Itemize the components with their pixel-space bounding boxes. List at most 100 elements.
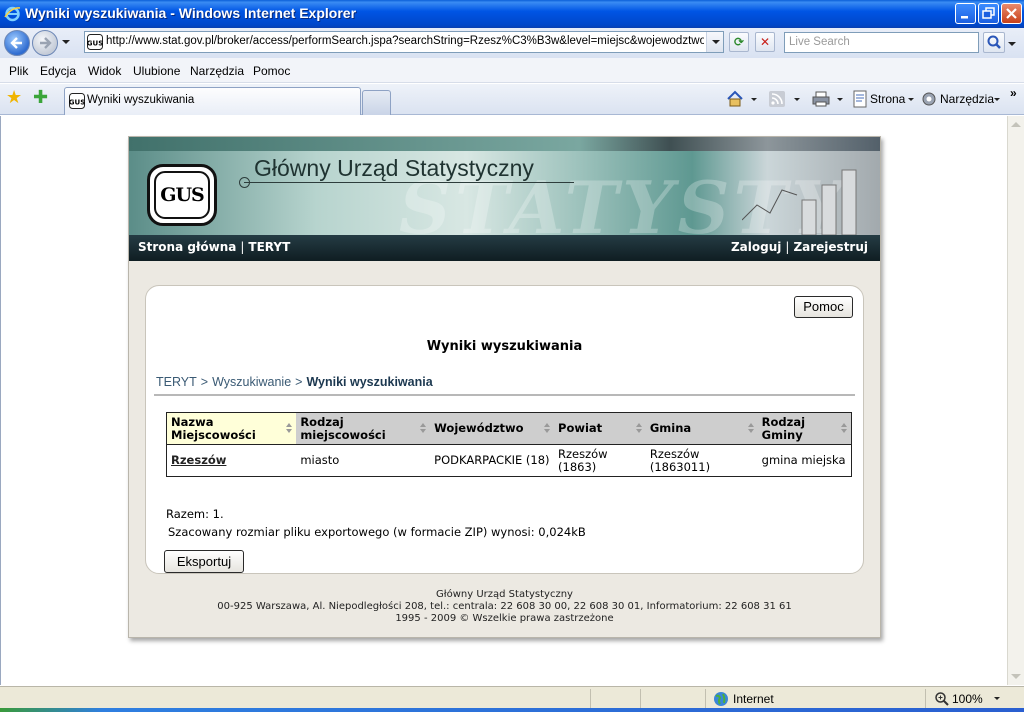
gus-page: STATYSTY GUS Główny Urząd Statystyczny S… (128, 136, 881, 638)
breadcrumb: TERYT > Wyszukiwanie > Wyniki wyszukiwania (156, 375, 433, 389)
menu-bar: Plik Edycja Widok Ulubione Narzędzia Pom… (0, 58, 1024, 83)
gus-favicon-icon: GUS (87, 34, 103, 50)
column-header-powiat[interactable]: Powiat (554, 412, 646, 445)
table-cell: gmina miejska (757, 444, 852, 477)
tab-bar: ★ ✚ GUS Wyniki wyszukiwania Strona Narzę… (0, 84, 1024, 115)
gus-logo-text: GUS (154, 171, 210, 219)
page-icon (853, 90, 867, 108)
search-options-dropdown[interactable] (1008, 42, 1016, 46)
menu-favorites[interactable]: Ulubione (133, 64, 180, 78)
divider (154, 394, 855, 396)
svg-text:GUS: GUS (87, 40, 103, 48)
chevron-more-icon[interactable]: » (1010, 86, 1017, 100)
restore-button[interactable] (978, 3, 999, 24)
minimize-button[interactable] (955, 3, 976, 24)
menu-edit[interactable]: Edycja (40, 64, 76, 78)
site-footer: Główny Urząd Statystyczny 00-925 Warszaw… (129, 589, 880, 625)
home-dropdown[interactable] (751, 98, 757, 101)
stop-icon: ✕ (759, 35, 771, 49)
add-favorite-icon[interactable]: ✚ (33, 89, 48, 107)
locality-link[interactable]: Rzeszów (171, 453, 226, 467)
page-dropdown[interactable] (908, 98, 914, 101)
table-row: Rzeszów miasto PODKARPACKIE (18) Rzeszów… (166, 444, 852, 477)
internet-explorer-icon (4, 6, 21, 22)
home-icon[interactable] (726, 90, 744, 108)
column-header-nazwa[interactable]: Nazwa Miejscowości (166, 412, 297, 445)
breadcrumb-current: Wyniki wyszukiwania (306, 375, 433, 389)
back-button[interactable] (4, 30, 30, 56)
vertical-scrollbar[interactable] (1007, 116, 1024, 685)
site-header-title: Główny Urząd Statystyczny (254, 155, 534, 181)
arrow-right-icon (40, 37, 52, 49)
column-header-wojewodztwo[interactable]: Województwo (430, 412, 555, 445)
new-tab-button[interactable] (362, 90, 391, 115)
nav-teryt-link[interactable]: TERYT (248, 240, 290, 254)
forward-button[interactable] (32, 30, 58, 56)
footer-line-1: Główny Urząd Statystyczny (436, 589, 573, 600)
security-zone: Internet (733, 692, 774, 706)
table-cell: miasto (296, 444, 431, 477)
menu-view[interactable]: Widok (88, 64, 121, 78)
page-title: Wyniki wyszukiwania (426, 339, 583, 354)
print-icon[interactable] (812, 90, 830, 108)
scroll-down-icon[interactable] (1011, 674, 1021, 679)
nav-login-link[interactable]: Zaloguj (731, 240, 781, 254)
breadcrumb-teryt[interactable]: TERYT (156, 375, 197, 389)
favorites-star-icon[interactable]: ★ (6, 89, 22, 107)
footer-line-3: 1995 - 2009 © Wszelkie prawa zastrzeżone (395, 613, 614, 624)
footer-line-2: 00-925 Warszawa, Al. Niepodległości 208,… (217, 601, 792, 612)
menu-tools[interactable]: Narzędzia (190, 64, 244, 78)
help-button[interactable]: Pomoc (794, 296, 853, 318)
sort-icon (841, 423, 848, 434)
tab-label: Wyniki wyszukiwania (87, 94, 195, 106)
gus-logo[interactable]: GUS (147, 164, 217, 226)
column-header-gmina[interactable]: Gmina (645, 412, 758, 445)
refresh-icon: ⟳ (733, 35, 745, 49)
menu-help[interactable]: Pomoc (253, 64, 290, 78)
address-bar[interactable]: GUS http://www.stat.gov.pl/broker/access… (84, 31, 724, 53)
refresh-button[interactable]: ⟳ (729, 32, 749, 52)
search-button[interactable] (983, 32, 1005, 53)
restore-icon (982, 7, 995, 19)
column-header-rodzaj-gminy[interactable]: Rodzaj Gminy (757, 412, 852, 445)
globe-icon (714, 692, 728, 706)
minimize-icon (961, 16, 968, 19)
search-input[interactable]: Live Search (784, 32, 979, 53)
table-cell: Rzeszów (1863) (554, 444, 646, 477)
zoom-dropdown[interactable] (994, 697, 1000, 700)
results-total: Razem: 1. (166, 507, 224, 521)
export-button[interactable]: Eksportuj (164, 550, 244, 573)
menu-file[interactable]: Plik (9, 64, 28, 78)
tools-menu[interactable]: Narzędzia (940, 92, 994, 106)
arrow-left-icon (10, 37, 22, 49)
svg-text:GUS: GUS (69, 99, 85, 107)
search-icon (987, 35, 1001, 49)
address-dropdown[interactable] (706, 32, 723, 52)
feeds-dropdown[interactable] (794, 98, 800, 101)
nav-register-link[interactable]: Zarejestruj (793, 240, 868, 254)
scroll-up-icon[interactable] (1011, 122, 1021, 127)
table-header-row: Nazwa Miejscowości Rodzaj miejscowości W… (166, 412, 852, 445)
tools-dropdown[interactable] (994, 98, 1000, 101)
address-url[interactable]: http://www.stat.gov.pl/broker/access/per… (106, 35, 704, 47)
table-cell: Rzeszów (1863011) (645, 444, 758, 477)
gus-favicon-icon: GUS (69, 93, 85, 109)
zoom-level[interactable]: 100% (952, 692, 983, 706)
print-dropdown[interactable] (837, 98, 843, 101)
sort-icon (747, 423, 755, 434)
window-title-bar: Wyniki wyszukiwania - Windows Internet E… (0, 0, 1024, 28)
gear-icon (922, 92, 936, 106)
sort-icon (286, 423, 293, 434)
tab-wyniki-wyszukiwania[interactable]: GUS Wyniki wyszukiwania (64, 87, 361, 115)
stop-button[interactable]: ✕ (755, 32, 775, 52)
recent-pages-dropdown[interactable] (62, 40, 70, 44)
site-nav: Strona główna | TERYT Zaloguj | Zarejestruj (129, 235, 880, 261)
breadcrumb-search[interactable]: Wyszukiwanie (212, 375, 291, 389)
browser-viewport: STATYSTY GUS Główny Urząd Statystyczny S… (0, 116, 1024, 685)
page-menu[interactable]: Strona (870, 92, 905, 106)
window-title: Wyniki wyszukiwania - Windows Internet E… (25, 5, 357, 21)
feeds-icon[interactable] (768, 90, 786, 108)
nav-home-link[interactable]: Strona główna (138, 240, 236, 254)
close-window-button[interactable] (1001, 3, 1022, 24)
column-header-rodzaj-miejscowosci[interactable]: Rodzaj miejscowości (296, 412, 431, 445)
